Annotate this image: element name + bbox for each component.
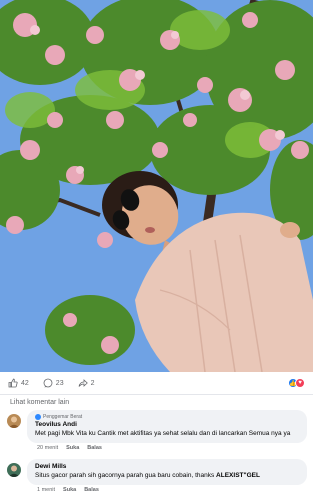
comment-text: Met pagi Mbk Vita ku Cantik met aktifita… <box>35 430 291 437</box>
avatar-image <box>7 414 21 428</box>
comment-author[interactable]: Dewi Mills <box>35 463 299 470</box>
share-count: 2 <box>90 379 95 387</box>
badge-icon <box>35 414 41 420</box>
section-divider <box>0 394 313 395</box>
share-icon <box>78 379 88 387</box>
reply-comment-button[interactable]: Balas <box>87 445 102 451</box>
like-count: 42 <box>21 379 29 387</box>
comment-text-main: Situs gacor parah sih gacornya parah gua… <box>35 472 217 479</box>
comment-meta: 1 menit Suka Balas <box>37 487 307 493</box>
avatar[interactable] <box>7 414 21 428</box>
thumbs-up-icon <box>8 378 18 388</box>
comment-count: 23 <box>55 379 64 387</box>
comment-text: Situs gacor parah sih gacornya parah gua… <box>35 471 299 480</box>
comment-item: Dewi Mills Situs gacor parah sih gacorny… <box>7 459 307 493</box>
avatar-image <box>7 463 21 477</box>
like-comment-button[interactable]: Suka <box>66 445 79 451</box>
love-reaction-icon: ♥ <box>295 378 305 388</box>
comment-time[interactable]: 1 menit <box>37 487 55 493</box>
fan-badge: Penggemar Berat <box>35 414 299 420</box>
comment-meta: 20 menit Suka Balas <box>37 445 307 451</box>
comment-bubble: Dewi Mills Situs gacor parah sih gacorny… <box>27 459 307 485</box>
photo-illustration <box>0 0 313 372</box>
comment-text-bold: ALEXIST"GEL <box>216 472 260 479</box>
reactions-bar: 42 23 2 👍 ♥ <box>0 372 313 394</box>
comment-count-item[interactable]: 23 <box>43 378 64 388</box>
share-count-item[interactable]: 2 <box>78 378 95 388</box>
post-photo[interactable] <box>0 0 313 372</box>
reply-comment-button[interactable]: Balas <box>84 487 99 493</box>
like-comment-button[interactable]: Suka <box>63 487 76 493</box>
comment-bubble: Penggemar Berat Teovilus Andi Met pagi M… <box>27 410 307 443</box>
avatar[interactable] <box>7 463 21 477</box>
reaction-emojis[interactable]: 👍 ♥ <box>288 378 305 388</box>
comment-icon <box>43 378 53 388</box>
comment-item: Penggemar Berat Teovilus Andi Met pagi M… <box>7 410 307 451</box>
badge-label: Penggemar Berat <box>43 414 83 420</box>
view-more-comments-link[interactable]: Lihat komentar lain <box>10 399 69 406</box>
comment-author[interactable]: Teovilus Andi <box>35 421 299 428</box>
comment-time[interactable]: 20 menit <box>37 445 58 451</box>
like-count-item[interactable]: 42 <box>8 378 29 388</box>
